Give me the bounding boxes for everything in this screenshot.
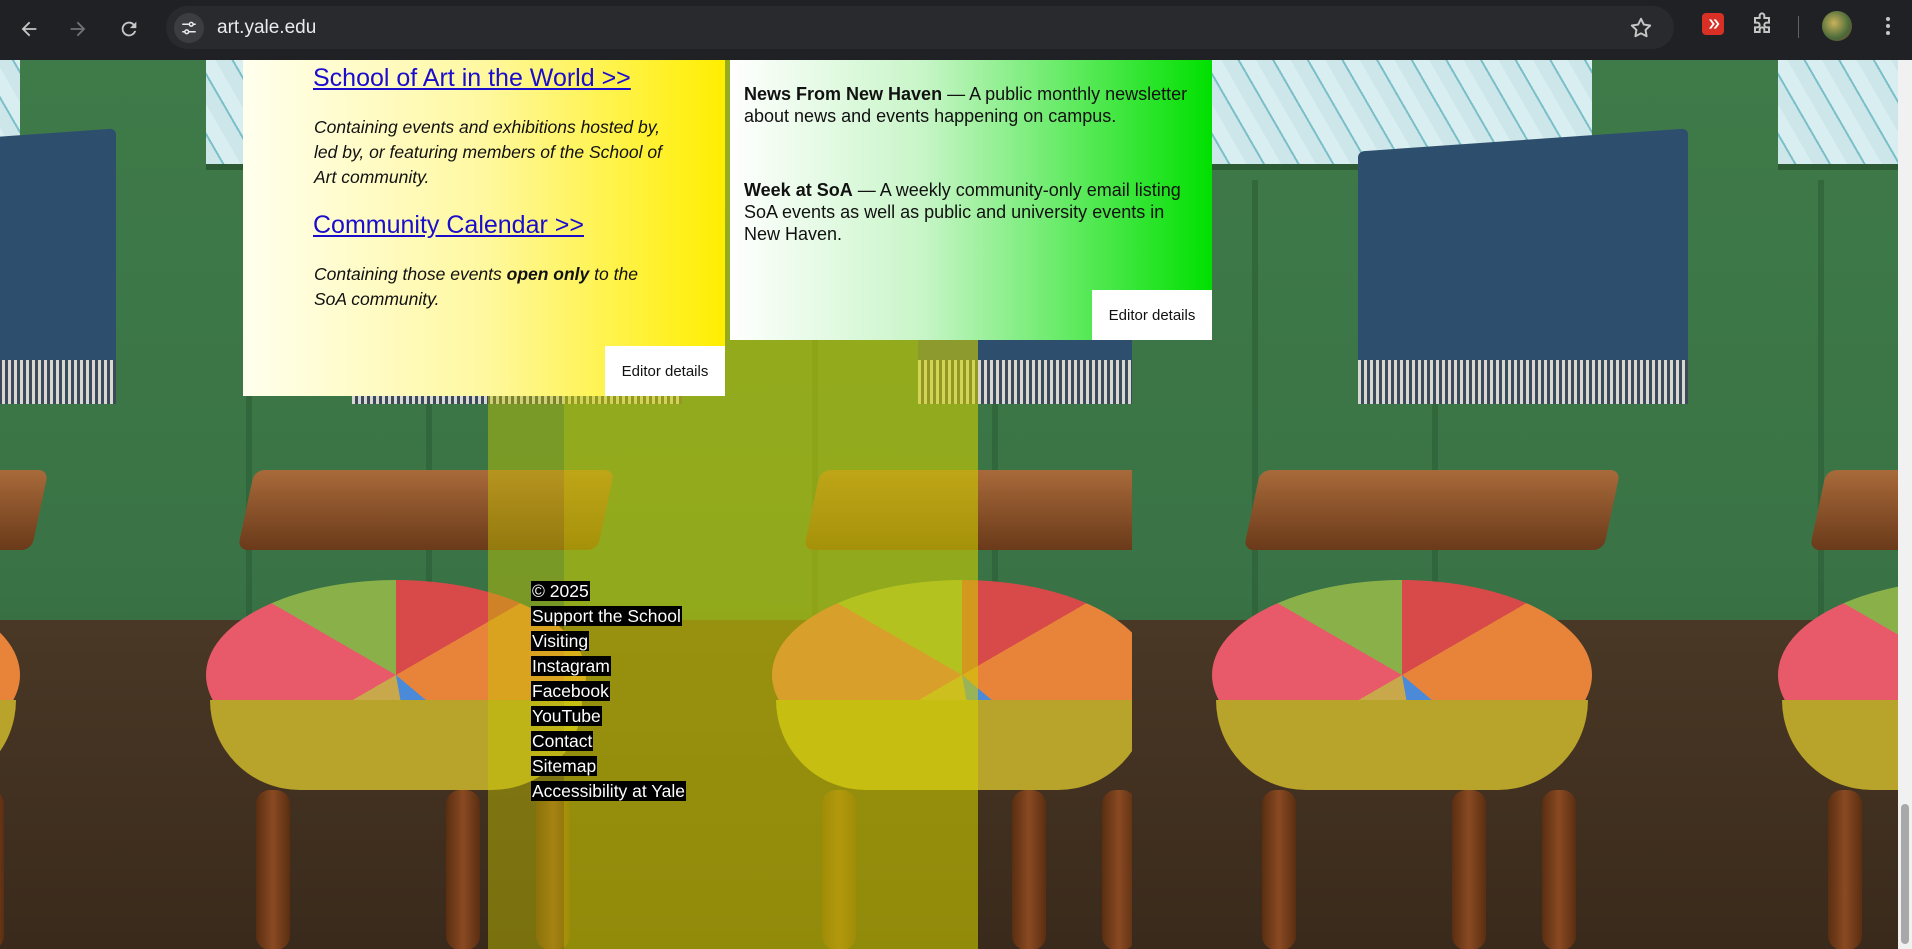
url-text[interactable]: art.yale.edu [217, 17, 316, 39]
footer-link-instagram[interactable]: Instagram [531, 656, 686, 676]
star-icon[interactable] [1628, 15, 1654, 41]
background-photo-tile [0, 60, 126, 949]
background-photo-tile [1132, 60, 1698, 949]
arrow-right-icon [70, 21, 86, 37]
page-content: School of Art in the World >> Containing… [0, 60, 1912, 949]
community-calendar-link[interactable]: Community Calendar >> [313, 211, 584, 240]
news-from-new-haven-item: News From New Haven — A public monthly n… [744, 84, 1188, 126]
pdf-extension-button[interactable] [1702, 13, 1724, 35]
footer-link-support[interactable]: Support the School [531, 606, 686, 626]
back-button[interactable] [12, 12, 46, 46]
pdf-icon [1708, 19, 1720, 29]
tune-icon [182, 21, 196, 35]
site-footer: © 2025 Support the School Visiting Insta… [531, 581, 687, 806]
scrollbar-thumb[interactable] [1901, 804, 1909, 944]
site-info-button[interactable] [174, 13, 204, 43]
address-bar[interactable]: art.yale.edu [166, 6, 1674, 49]
editor-details-button[interactable]: Editor details [605, 346, 725, 396]
editor-details-button[interactable]: Editor details [1092, 290, 1212, 340]
reload-button[interactable] [112, 12, 146, 46]
school-of-art-in-the-world-link[interactable]: School of Art in the World >> [313, 64, 631, 93]
footer-link-accessibility[interactable]: Accessibility at Yale [531, 781, 687, 801]
world-calendar-description: Containing events and exhibitions hosted… [314, 117, 662, 187]
copyright: © 2025 [531, 581, 590, 601]
puzzle-icon[interactable] [1748, 11, 1776, 39]
browser-toolbar: art.yale.edu [0, 0, 1912, 60]
footer-link-youtube[interactable]: YouTube [531, 706, 686, 726]
forward-button[interactable] [61, 12, 95, 46]
reload-icon [121, 21, 137, 37]
footer-link-sitemap[interactable]: Sitemap [531, 756, 686, 776]
week-at-soa-item: Week at SoA — A weekly community-only em… [744, 180, 1181, 244]
background-photo-tile [1698, 60, 1912, 949]
newsletters-card: News From New Haven — A public monthly n… [730, 60, 1212, 340]
vertical-scrollbar[interactable] [1898, 60, 1912, 949]
footer-link-visiting[interactable]: Visiting [531, 631, 686, 651]
toolbar-divider [1798, 16, 1799, 38]
footer-link-contact[interactable]: Contact [531, 731, 686, 751]
kebab-menu-icon[interactable] [1876, 12, 1900, 40]
arrow-left-icon [21, 21, 37, 37]
calendar-card: School of Art in the World >> Containing… [243, 60, 725, 396]
avatar[interactable] [1822, 11, 1852, 41]
footer-link-facebook[interactable]: Facebook [531, 681, 686, 701]
community-calendar-description: Containing those events open only to the… [314, 264, 638, 309]
